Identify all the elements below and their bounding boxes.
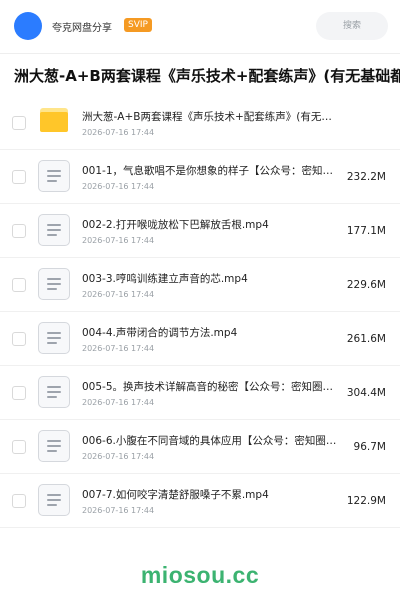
select-checkbox[interactable] bbox=[12, 386, 26, 400]
video-file-icon bbox=[38, 322, 70, 354]
select-checkbox[interactable] bbox=[12, 116, 26, 130]
video-file-icon bbox=[38, 268, 70, 300]
file-row[interactable]: 001-1，气息歌唱不是你想象的样子【公众号：密知圈】.mp4 2026-07-1… bbox=[0, 150, 400, 204]
video-file-icon bbox=[38, 376, 70, 408]
video-file-icon bbox=[38, 214, 70, 246]
file-date: 2026-07-16 17:44 bbox=[82, 344, 155, 353]
app-header: 夸克网盘分享 SVIP 搜索 bbox=[0, 0, 400, 54]
select-checkbox[interactable] bbox=[12, 170, 26, 184]
file-date: 2026-07-16 17:44 bbox=[82, 398, 155, 407]
video-file-icon bbox=[38, 484, 70, 516]
file-row[interactable]: 003-3.哼鸣训练建立声音的芯.mp4 2026-07-16 17:44 229.… bbox=[0, 258, 400, 312]
select-checkbox[interactable] bbox=[12, 332, 26, 346]
file-date: 2026-07-16 17:44 bbox=[82, 182, 155, 191]
select-checkbox[interactable] bbox=[12, 440, 26, 454]
user-avatar[interactable] bbox=[14, 12, 42, 40]
file-name: 005-5。换声技术详解高音的秘密【公众号：密知圈】.mp4 bbox=[82, 381, 342, 393]
search-input[interactable]: 搜索 bbox=[316, 12, 388, 40]
file-date: 2026-07-16 17:44 bbox=[82, 128, 155, 137]
file-size: 232.2M bbox=[346, 171, 386, 183]
file-size: 229.6M bbox=[346, 279, 386, 291]
select-checkbox[interactable] bbox=[12, 494, 26, 508]
file-row[interactable]: 005-5。换声技术详解高音的秘密【公众号：密知圈】.mp4 2026-07-16… bbox=[0, 366, 400, 420]
folder-icon bbox=[40, 108, 68, 132]
file-row[interactable]: 004-4.声带闭合的调节方法.mp4 2026-07-16 17:44 261.6… bbox=[0, 312, 400, 366]
folder-title: 洲大葱-A+B两套课程《声乐技术+配套练声》(有无基础都能 bbox=[14, 67, 400, 85]
share-user-name: 夸克网盘分享 bbox=[52, 23, 112, 34]
file-name: 006-6.小腹在不同音域的具体应用【公众号：密知圈】.mp4 bbox=[82, 435, 342, 447]
file-name: 001-1，气息歌唱不是你想象的样子【公众号：密知圈】.mp4 bbox=[82, 165, 342, 177]
file-row[interactable]: 006-6.小腹在不同音域的具体应用【公众号：密知圈】.mp4 2026-07-1… bbox=[0, 420, 400, 474]
folder-row[interactable]: 洲大葱-A+B两套课程《声乐技术+配套练声》(有无基础都能学) 2026-07-1… bbox=[0, 96, 400, 150]
file-date: 2026-07-16 17:44 bbox=[82, 506, 155, 515]
file-name: 002-2.打开喉咙放松下巴解放舌根.mp4 bbox=[82, 219, 269, 231]
file-size: 304.4M bbox=[346, 387, 386, 399]
file-name: 004-4.声带闭合的调节方法.mp4 bbox=[82, 327, 238, 339]
file-name: 003-3.哼鸣训练建立声音的芯.mp4 bbox=[82, 273, 248, 285]
file-row[interactable]: 007-7.如何咬字清楚舒服嗓子不累.mp4 2026-07-16 17:44 12… bbox=[0, 474, 400, 528]
video-file-icon bbox=[38, 160, 70, 192]
file-size: 122.9M bbox=[346, 495, 386, 507]
file-date: 2026-07-16 17:44 bbox=[82, 452, 155, 461]
file-size: 261.6M bbox=[346, 333, 386, 345]
file-size: 177.1M bbox=[346, 225, 386, 237]
file-row[interactable]: 002-2.打开喉咙放松下巴解放舌根.mp4 2026-07-16 17:44 17… bbox=[0, 204, 400, 258]
file-size: 96.7M bbox=[353, 441, 386, 453]
video-file-icon bbox=[38, 430, 70, 462]
file-date: 2026-07-16 17:44 bbox=[82, 290, 155, 299]
file-name: 007-7.如何咬字清楚舒服嗓子不累.mp4 bbox=[82, 489, 269, 501]
select-checkbox[interactable] bbox=[12, 224, 26, 238]
file-name: 洲大葱-A+B两套课程《声乐技术+配套练声》(有无基础都能学) bbox=[82, 111, 342, 123]
select-checkbox[interactable] bbox=[12, 278, 26, 292]
file-date: 2026-07-16 17:44 bbox=[82, 236, 155, 245]
site-watermark: miosou.cc bbox=[140, 562, 260, 588]
svip-badge: SVIP bbox=[124, 18, 152, 32]
